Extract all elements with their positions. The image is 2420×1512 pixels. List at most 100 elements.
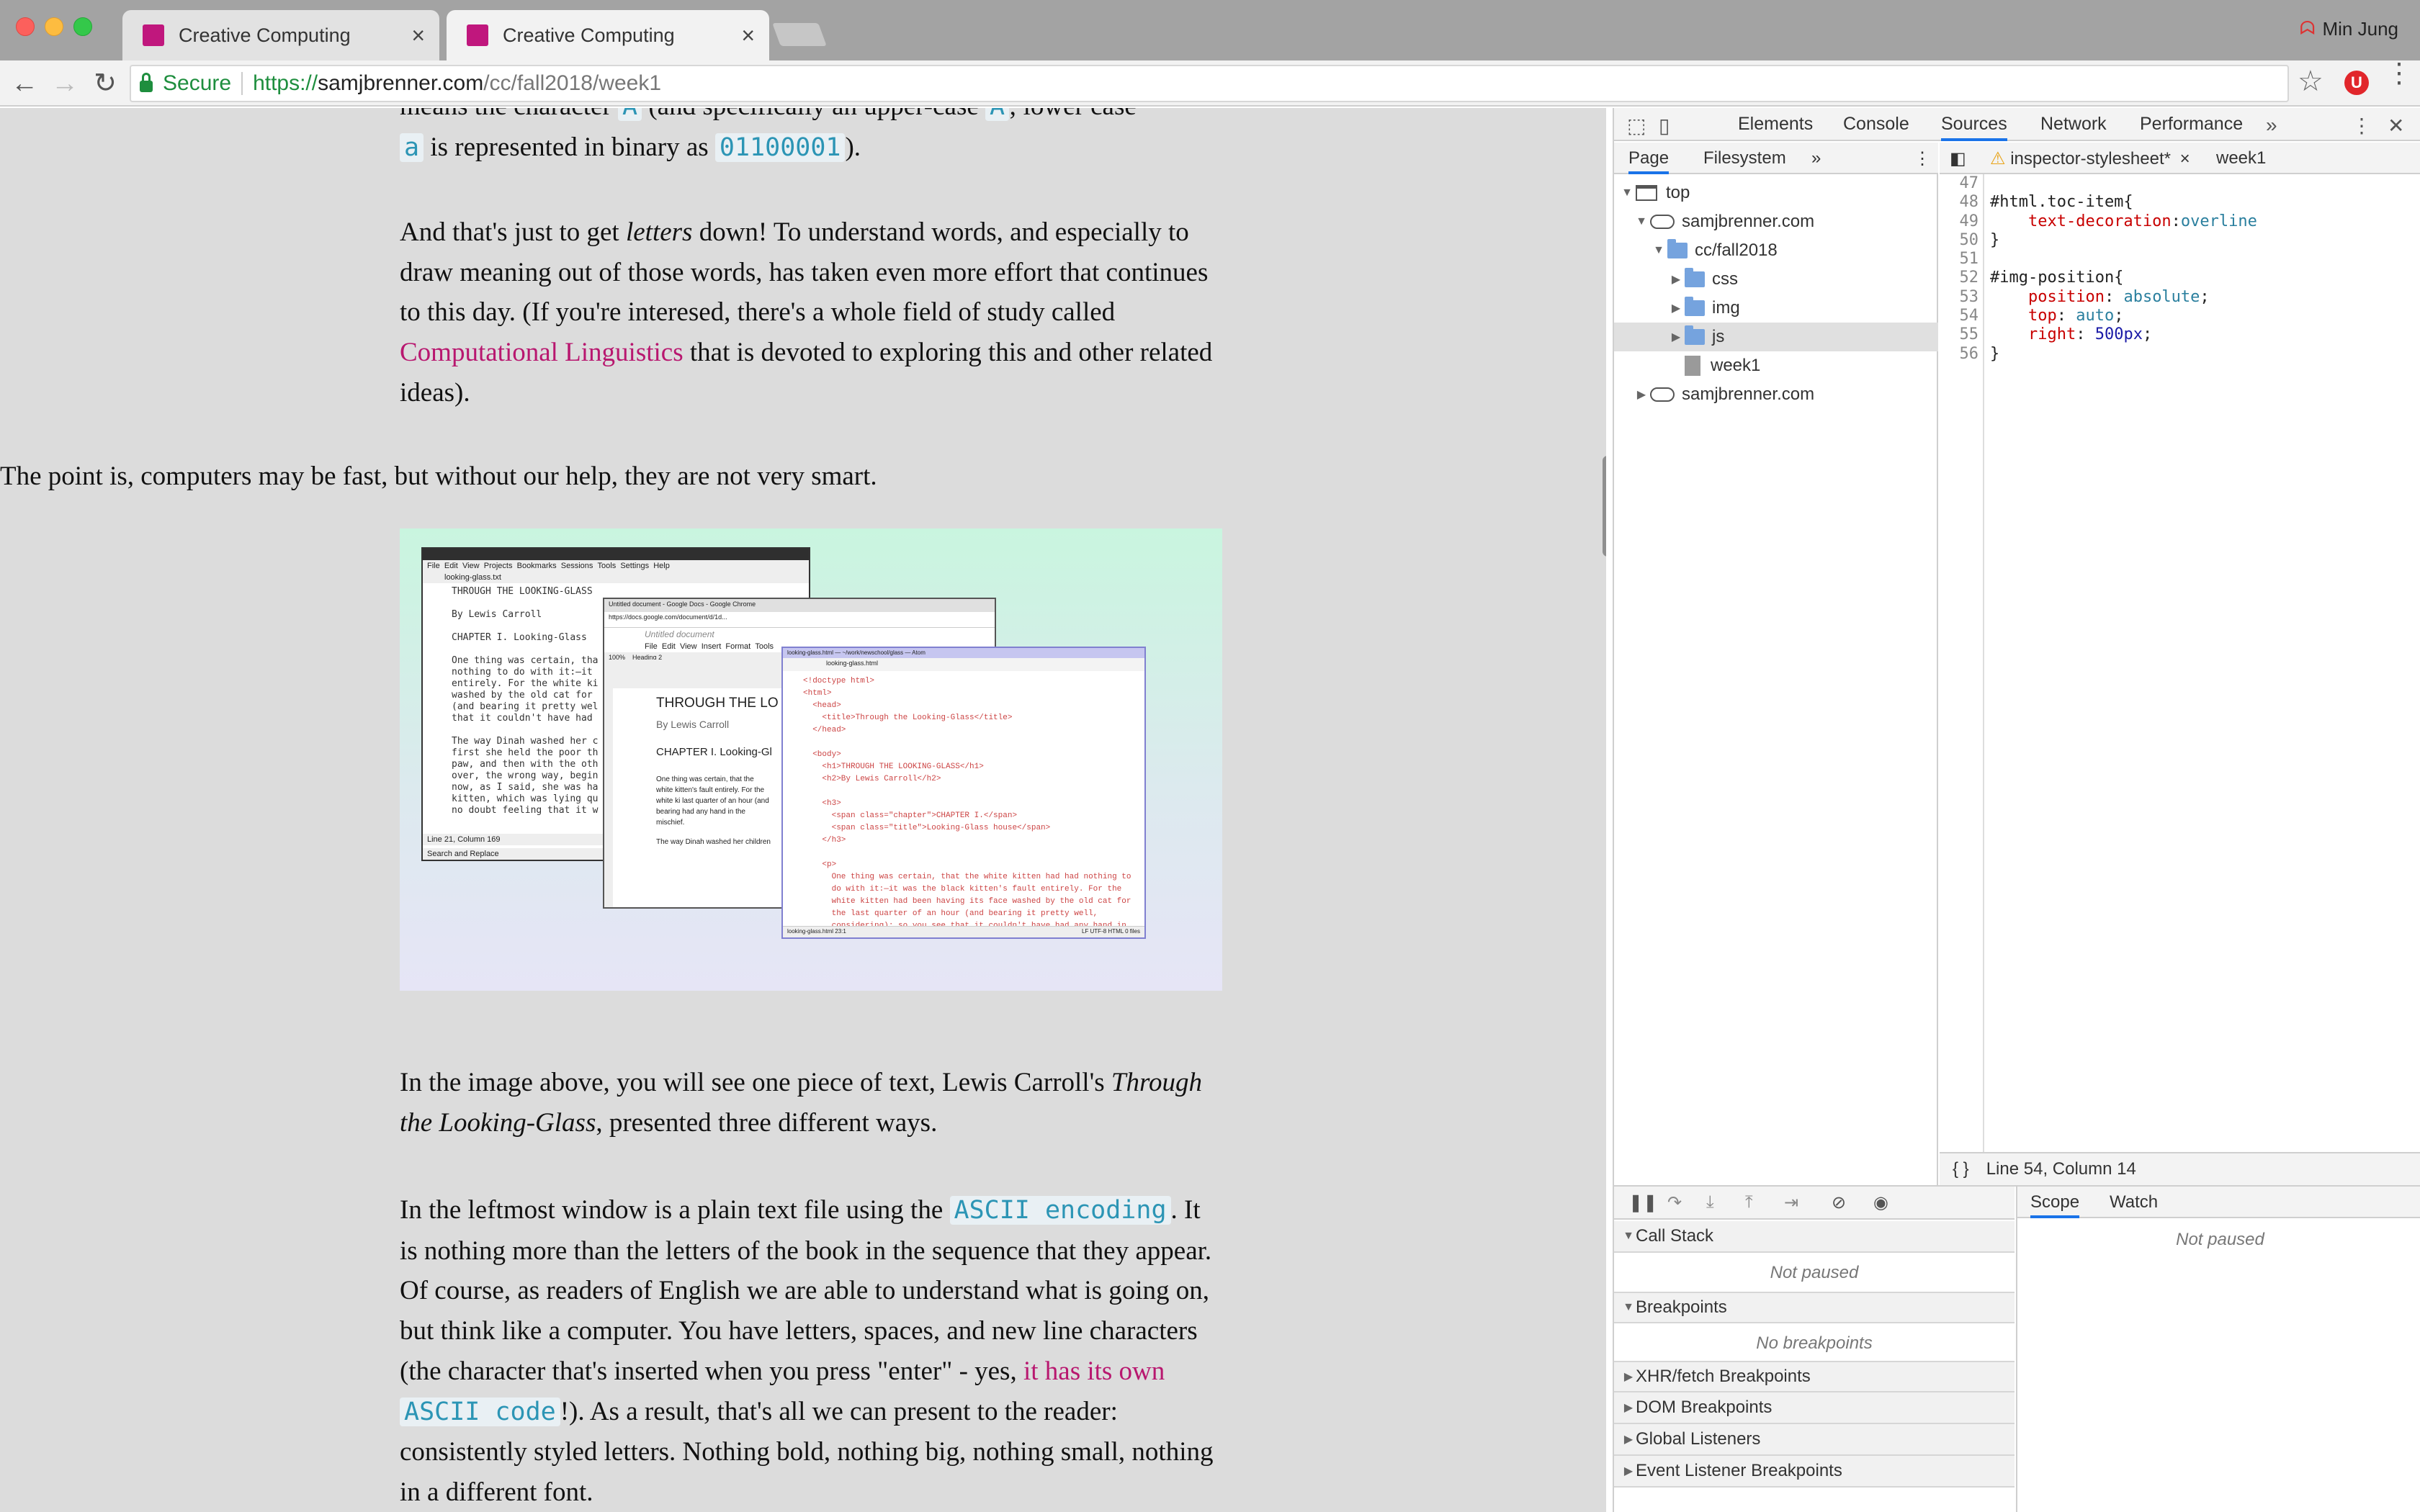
editor-tab-week1[interactable]: week1 xyxy=(2216,148,2266,168)
divider xyxy=(241,72,243,95)
inspect-element-icon[interactable]: ⬚ xyxy=(1627,114,1646,138)
figure-three-windows: File Edit View Projects Bookmarks Sessio… xyxy=(400,528,1222,991)
tree-item-top[interactable]: ▼ top xyxy=(1614,179,1938,207)
navigator-menu-icon[interactable]: ⋮ xyxy=(1914,148,1931,169)
tab-filesystem[interactable]: Filesystem xyxy=(1703,148,1786,168)
maximize-window-button[interactable] xyxy=(73,17,92,36)
toggle-navigator-icon[interactable]: ◧ xyxy=(1950,148,1966,169)
step-icon[interactable]: ⇥ xyxy=(1784,1192,1798,1213)
tree-item-domain[interactable]: ▶ samjbrenner.com xyxy=(1614,380,1938,409)
tree-item-folder[interactable]: ▶ css xyxy=(1614,265,1938,294)
inline-code: A xyxy=(985,108,1010,121)
navigator-tabs: Page Filesystem » ⋮ xyxy=(1614,143,1938,174)
deactivate-breakpoints-icon[interactable]: ⊘ xyxy=(1832,1192,1846,1213)
code-line: position: absolute; xyxy=(2027,287,2210,306)
close-tab-icon[interactable]: × xyxy=(411,22,425,49)
more-tabs-icon[interactable]: » xyxy=(2266,114,2277,137)
tree-item-domain[interactable]: ▼ samjbrenner.com xyxy=(1614,207,1938,236)
code-editor[interactable]: 47 48 49 50 51 52 53 54 55 56 #html.toc-… xyxy=(1940,174,2420,1152)
tree-item-file[interactable]: week1 xyxy=(1614,351,1938,380)
pause-icon[interactable]: ❚❚ xyxy=(1628,1192,1657,1213)
link-computational-linguistics[interactable]: Computational Linguistics xyxy=(400,338,684,367)
favicon-icon xyxy=(143,24,164,46)
new-tab-button[interactable] xyxy=(772,23,827,46)
section-xhr-breakpoints[interactable]: ▶ XHR/fetch Breakpoints xyxy=(1614,1361,2015,1392)
section-breakpoints[interactable]: ▼ Breakpoints xyxy=(1614,1292,2015,1323)
section-call-stack[interactable]: ▼ Call Stack xyxy=(1614,1221,2015,1253)
file-icon xyxy=(1685,356,1700,376)
extension-icon[interactable]: U xyxy=(2344,71,2369,95)
close-window-button[interactable] xyxy=(16,17,35,36)
tab-performance[interactable]: Performance xyxy=(2140,114,2243,135)
pretty-print-icon[interactable]: { } xyxy=(1953,1159,1969,1179)
call-stack-empty: Not paused xyxy=(1770,1263,1859,1282)
browser-menu-icon[interactable]: ⋮ xyxy=(2385,60,2413,87)
tab-network[interactable]: Network xyxy=(2040,114,2107,135)
favicon-icon xyxy=(467,24,488,46)
file-navigator: ▼ top ▼ samjbrenner.com ▼ cc/fall2018 ▶ css … xyxy=(1614,174,1938,1218)
page-viewport: means the character A (and specifically … xyxy=(0,108,1606,1512)
close-devtools-icon[interactable]: ✕ xyxy=(2388,114,2404,138)
inline-code-link[interactable]: ASCII code xyxy=(400,1397,560,1426)
devtools-toolbar: ⬚ ▯ Elements Console Sources Network Per… xyxy=(1614,108,2420,141)
inline-code: a xyxy=(400,132,424,162)
tab-title: Creative Computing xyxy=(503,24,675,46)
page-scrollbar[interactable] xyxy=(1603,456,1606,557)
code-line: top: auto; xyxy=(2027,307,2124,325)
tree-item-folder[interactable]: ▶ img xyxy=(1614,294,1938,323)
tab-elements[interactable]: Elements xyxy=(1738,114,1813,135)
section-global-listeners[interactable]: ▶ Global Listeners xyxy=(1614,1424,2015,1456)
back-button[interactable]: ← xyxy=(9,68,40,99)
atom-code: <!doctype html> <html> <head> <title>Thr… xyxy=(803,677,1131,937)
tab-console[interactable]: Console xyxy=(1843,114,1909,135)
minimize-window-button[interactable] xyxy=(45,17,63,36)
close-tab-icon[interactable]: × xyxy=(741,22,755,49)
more-nav-tabs-icon[interactable]: » xyxy=(1811,148,1821,168)
folder-icon xyxy=(1685,325,1705,345)
cursor-position: Line 54, Column 14 xyxy=(1986,1159,2136,1179)
editor-tab-inspector-stylesheet[interactable]: ⚠ inspector-stylesheet* × xyxy=(1990,148,2190,169)
profile-button[interactable]: ᗣ Min Jung xyxy=(2300,17,2398,40)
close-editor-tab-icon[interactable]: × xyxy=(2180,149,2190,168)
cloud-icon xyxy=(1650,215,1675,229)
inline-code: A xyxy=(618,108,642,121)
bookmark-star-icon[interactable]: ☆ xyxy=(2298,65,2323,98)
reload-button[interactable]: ↻ xyxy=(89,68,121,99)
code-line: #html.toc-item{ xyxy=(1990,193,2133,212)
tree-item-folder[interactable]: ▼ cc/fall2018 xyxy=(1614,236,1938,265)
folder-icon xyxy=(1685,268,1705,287)
tab-watch[interactable]: Watch xyxy=(2110,1192,2158,1212)
tab-scope[interactable]: Scope xyxy=(2030,1192,2080,1218)
inline-code-link[interactable]: ASCII encoding xyxy=(949,1196,1171,1225)
editor-status-bar: { } Line 54, Column 14 xyxy=(1940,1152,2420,1185)
section-event-listener-breakpoints[interactable]: ▶ Event Listener Breakpoints xyxy=(1614,1456,2015,1488)
browser-tab-1[interactable]: Creative Computing × xyxy=(122,10,439,60)
link-ascii-code[interactable]: it has its own xyxy=(1023,1356,1165,1386)
code-line: } xyxy=(1990,344,2000,363)
devtools-menu-icon[interactable]: ⋮ xyxy=(2352,114,2372,138)
tab-page[interactable]: Page xyxy=(1628,148,1670,174)
device-toolbar-icon[interactable]: ▯ xyxy=(1659,114,1670,138)
forward-button[interactable]: → xyxy=(49,68,81,99)
tab-sources[interactable]: Sources xyxy=(1941,114,2007,141)
tree-item-folder-selected[interactable]: ▶ js xyxy=(1614,323,1938,351)
browser-tab-2[interactable]: Creative Computing × xyxy=(447,10,769,60)
code-line: right: 500px; xyxy=(2027,325,2153,344)
section-dom-breakpoints[interactable]: ▶ DOM Breakpoints xyxy=(1614,1392,2015,1424)
stylesheet-code: #html.toc-item{ text-decoration:overline… xyxy=(1990,174,2257,364)
step-out-icon[interactable]: ⤒ xyxy=(1745,1192,1753,1212)
devtools-panel: ⬚ ▯ Elements Console Sources Network Per… xyxy=(1613,108,2420,1512)
text-window-menu: File Edit View Projects Bookmarks Sessio… xyxy=(423,560,809,572)
address-bar[interactable]: Secure https:// samjbrenner.com /cc/fall… xyxy=(130,65,2289,102)
step-over-icon[interactable]: ↷ xyxy=(1667,1192,1682,1213)
pause-on-exceptions-icon[interactable]: ◉ xyxy=(1873,1192,1888,1213)
code-line: #img-position{ xyxy=(1990,269,2124,287)
editor-tabs: ◧ ⚠ inspector-stylesheet* × week1 xyxy=(1940,143,2420,174)
paragraph-binary: means the character A (and specifically … xyxy=(400,108,1221,168)
paragraph-image-above: In the image above, you will see one pie… xyxy=(400,1068,1202,1138)
scope-empty: Not paused xyxy=(2176,1230,2264,1249)
step-into-icon[interactable]: ⤓ xyxy=(1706,1192,1714,1212)
paragraph-letters: And that's just to get letters down! To … xyxy=(400,217,1213,408)
